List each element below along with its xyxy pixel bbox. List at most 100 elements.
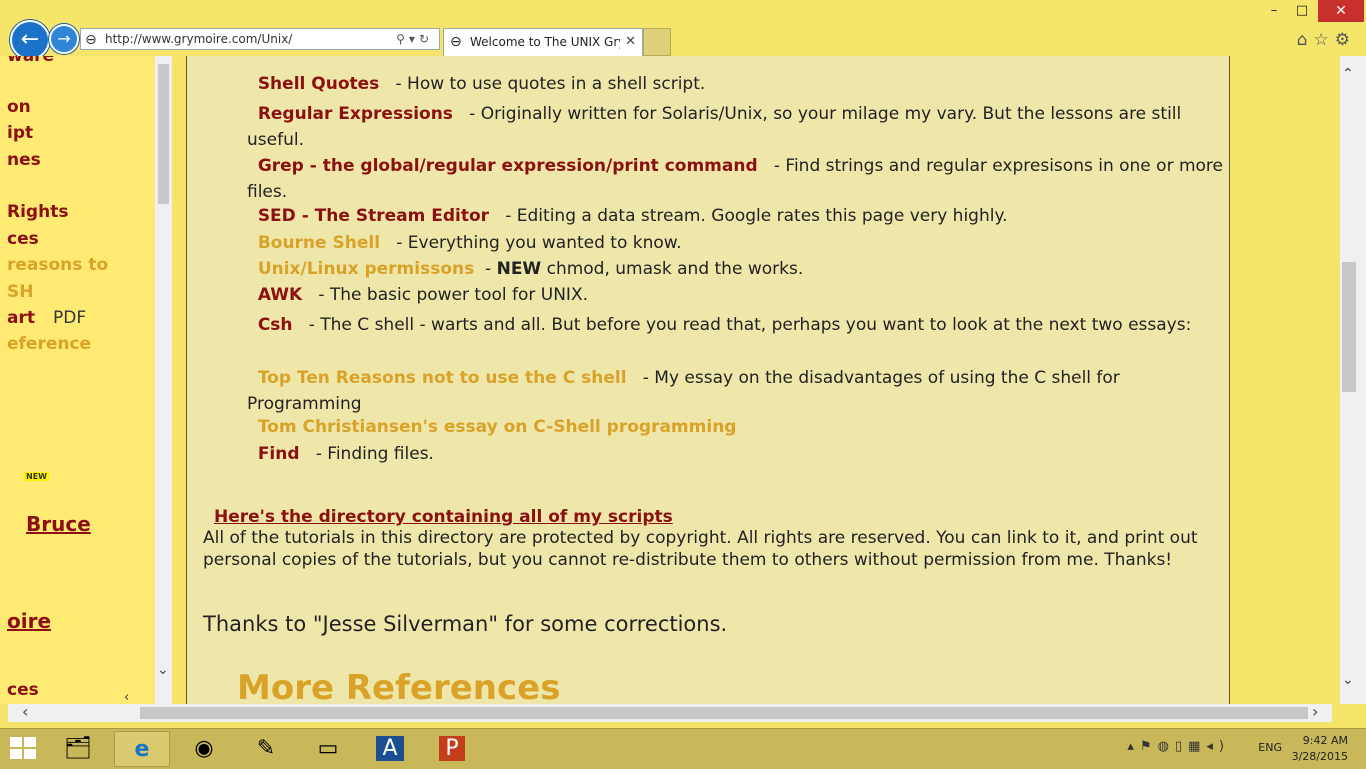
tutorial-link[interactable]: Grep - the global/regular expression/pri… (258, 156, 758, 176)
language-indicator[interactable]: ENG (1258, 741, 1282, 754)
left-item-ces-bottom[interactable]: ces (7, 680, 39, 700)
forward-button[interactable]: → (49, 24, 79, 54)
chevron-down-icon[interactable]: ⌄ (157, 662, 169, 678)
home-icon[interactable]: ⌂ (1297, 30, 1314, 50)
address-bar[interactable]: ⊖ http://www.grymoire.com/Unix/ ⚲▾↻ (80, 28, 440, 50)
tab-grymoire[interactable]: ⊖ Welcome to The UNIX Gry... ✕ (443, 28, 643, 56)
tutorial-link[interactable]: Bourne Shell (258, 233, 380, 253)
clock-time: 9:42 AM (1302, 734, 1348, 747)
paint-taskbar-icon[interactable]: ✎ (238, 731, 294, 767)
tutorial-link[interactable]: Csh (258, 315, 293, 335)
tutorial-link[interactable]: Find (258, 444, 300, 464)
powerpoint-taskbar-icon[interactable]: P (424, 731, 480, 767)
tutorial-entry: SED - The Stream Editor - Editing a data… (247, 206, 1008, 226)
chevron-left-icon[interactable]: ‹ (124, 690, 129, 705)
close-button[interactable]: ✕ (1318, 0, 1364, 22)
volume-icon[interactable]: ◂) (1206, 739, 1230, 754)
tutorial-description: - Everything you wanted to know. (390, 233, 682, 253)
left-nav-item[interactable]: Rights (7, 202, 68, 222)
browser-chrome: ← → ⊖ http://www.grymoire.com/Unix/ ⚲▾↻ … (0, 0, 1366, 60)
copyright-notice: All of the tutorials in this directory a… (203, 528, 1198, 570)
new-tab-button[interactable] (643, 28, 671, 56)
minimize-button[interactable]: – (1260, 0, 1288, 22)
tutorial-description: chmod, umask and the works. (541, 259, 804, 279)
taskbar: 🗂 e ◉ ✎ ▭ A P ▴⚑◍▯▦◂) ENG 9:42 AM 3/28/2… (0, 728, 1366, 769)
favorites-star-icon[interactable]: ☆ (1314, 30, 1335, 50)
search-icon[interactable]: ⚲ (396, 32, 409, 46)
left-nav-item[interactable]: reasons to (7, 255, 108, 275)
left-nav-item[interactable]: PDF (53, 308, 86, 328)
notes-taskbar-icon[interactable]: ▭ (300, 731, 356, 767)
chevron-down-icon[interactable]: ⌄ (1342, 672, 1354, 688)
tutorial-description: - Editing a data stream. Google rates th… (499, 206, 1008, 226)
tutorial-entry: Tom Christiansen's essay on C-Shell prog… (247, 417, 747, 437)
tutorial-entry: Unix/Linux permissons - NEW chmod, umask… (257, 259, 804, 279)
refresh-icon[interactable]: ↻ (419, 32, 433, 46)
maximize-button[interactable]: □ (1288, 0, 1316, 22)
tutorial-description: - The basic power tool for UNIX. (312, 285, 588, 305)
left-nav-item[interactable]: ipt (7, 123, 33, 143)
settings-gear-icon[interactable]: ⚙ (1335, 30, 1356, 50)
browser-tools: ⌂☆⚙ (1297, 30, 1356, 50)
chrome-taskbar-icon[interactable]: ◉ (176, 731, 232, 767)
tutorial-link[interactable]: SED - The Stream Editor (258, 206, 489, 226)
app-taskbar-icon[interactable]: A (362, 731, 418, 767)
left-nav-item[interactable]: art (7, 308, 35, 328)
tutorial-entry: AWK - The basic power tool for UNIX. (247, 285, 588, 305)
flag-icon[interactable]: ⚑ (1140, 739, 1158, 754)
tray-up-arrow-icon[interactable]: ▴ (1127, 739, 1140, 754)
tutorial-description: - The C shell - warts and all. But befor… (303, 315, 1192, 335)
main-scroll-thumb[interactable] (1342, 262, 1356, 392)
left-nav-item[interactable]: eference (7, 334, 91, 354)
file-explorer-taskbar-icon[interactable]: 🗂 (50, 731, 106, 767)
network-icon[interactable]: ▦ (1188, 739, 1206, 754)
scripts-directory-link[interactable]: Here's the directory containing all of m… (214, 507, 673, 527)
tutorial-entry: Regular Expressions - Originally written… (247, 101, 1227, 153)
tutorial-link[interactable]: Unix/Linux permissons (258, 259, 474, 279)
chevron-left-icon[interactable]: ‹ (22, 702, 28, 721)
new-badge: NEW (24, 472, 49, 481)
tutorial-description: - How to use quotes in a shell script. (390, 74, 706, 94)
tutorial-entry: Bourne Shell - Everything you wanted to … (247, 233, 682, 253)
security-icon[interactable]: ◍ (1158, 739, 1175, 754)
windows-start-button[interactable] (10, 737, 38, 761)
back-button[interactable]: ← (10, 20, 50, 60)
tutorial-link[interactable]: Regular Expressions (258, 104, 453, 124)
left-nav-item[interactable]: SH (7, 282, 33, 302)
dropdown-icon[interactable]: ▾ (409, 32, 419, 46)
tutorial-link[interactable]: Tom Christiansen's essay on C-Shell prog… (258, 417, 737, 437)
ie-page-icon: ⊖ (85, 32, 97, 48)
internet-explorer-taskbar-icon[interactable]: e (114, 731, 170, 767)
tutorial-entry: Find - Finding files. (247, 444, 434, 464)
tutorial-description: - Finding files. (310, 444, 434, 464)
new-label: NEW (496, 259, 542, 279)
left-nav-item[interactable]: ces (7, 229, 39, 249)
bruce-link[interactable]: Bruce (26, 512, 91, 536)
chevron-up-icon[interactable]: ⌃ (1342, 66, 1354, 82)
tutorial-entry: Csh - The C shell - warts and all. But b… (247, 312, 1227, 338)
left-nav-item[interactable]: on (7, 97, 31, 117)
clock-date: 3/28/2015 (1291, 750, 1348, 763)
tutorial-link[interactable]: Shell Quotes (258, 74, 379, 94)
tutorial-link[interactable]: AWK (258, 285, 302, 305)
left-frame-scroll-thumb[interactable] (158, 64, 169, 204)
ie-tab-icon: ⊖ (450, 34, 462, 50)
grymoire-link[interactable]: oire (7, 609, 51, 633)
left-nav-item[interactable]: nes (7, 150, 41, 170)
left-nav-frame: ware on ipt nes Rights ces reasons to SH art PDF e… (0, 56, 172, 704)
chevron-right-icon[interactable]: › (1312, 702, 1318, 721)
close-tab-icon[interactable]: ✕ (625, 29, 636, 55)
left-nav-item[interactable]: ware (7, 56, 54, 66)
more-references-heading: More References (237, 668, 561, 704)
clock[interactable]: 9:42 AM 3/28/2015 (1292, 733, 1348, 765)
battery-icon[interactable]: ▯ (1175, 739, 1188, 754)
arrow-left-icon: ← (20, 27, 40, 52)
horizontal-scroll-thumb[interactable] (140, 707, 1308, 719)
arrow-right-icon: → (57, 29, 71, 48)
tutorial-entry: Grep - the global/regular expression/pri… (247, 153, 1227, 205)
tab-title: Welcome to The UNIX Gry... (470, 35, 620, 49)
main-content-frame: Shell Quotes - How to use quotes in a sh… (172, 56, 1340, 704)
tutorial-link[interactable]: Top Ten Reasons not to use the C shell (258, 368, 627, 388)
address-url[interactable]: http://www.grymoire.com/Unix/ (105, 29, 292, 49)
tutorial-entry: Shell Quotes - How to use quotes in a sh… (247, 74, 705, 94)
